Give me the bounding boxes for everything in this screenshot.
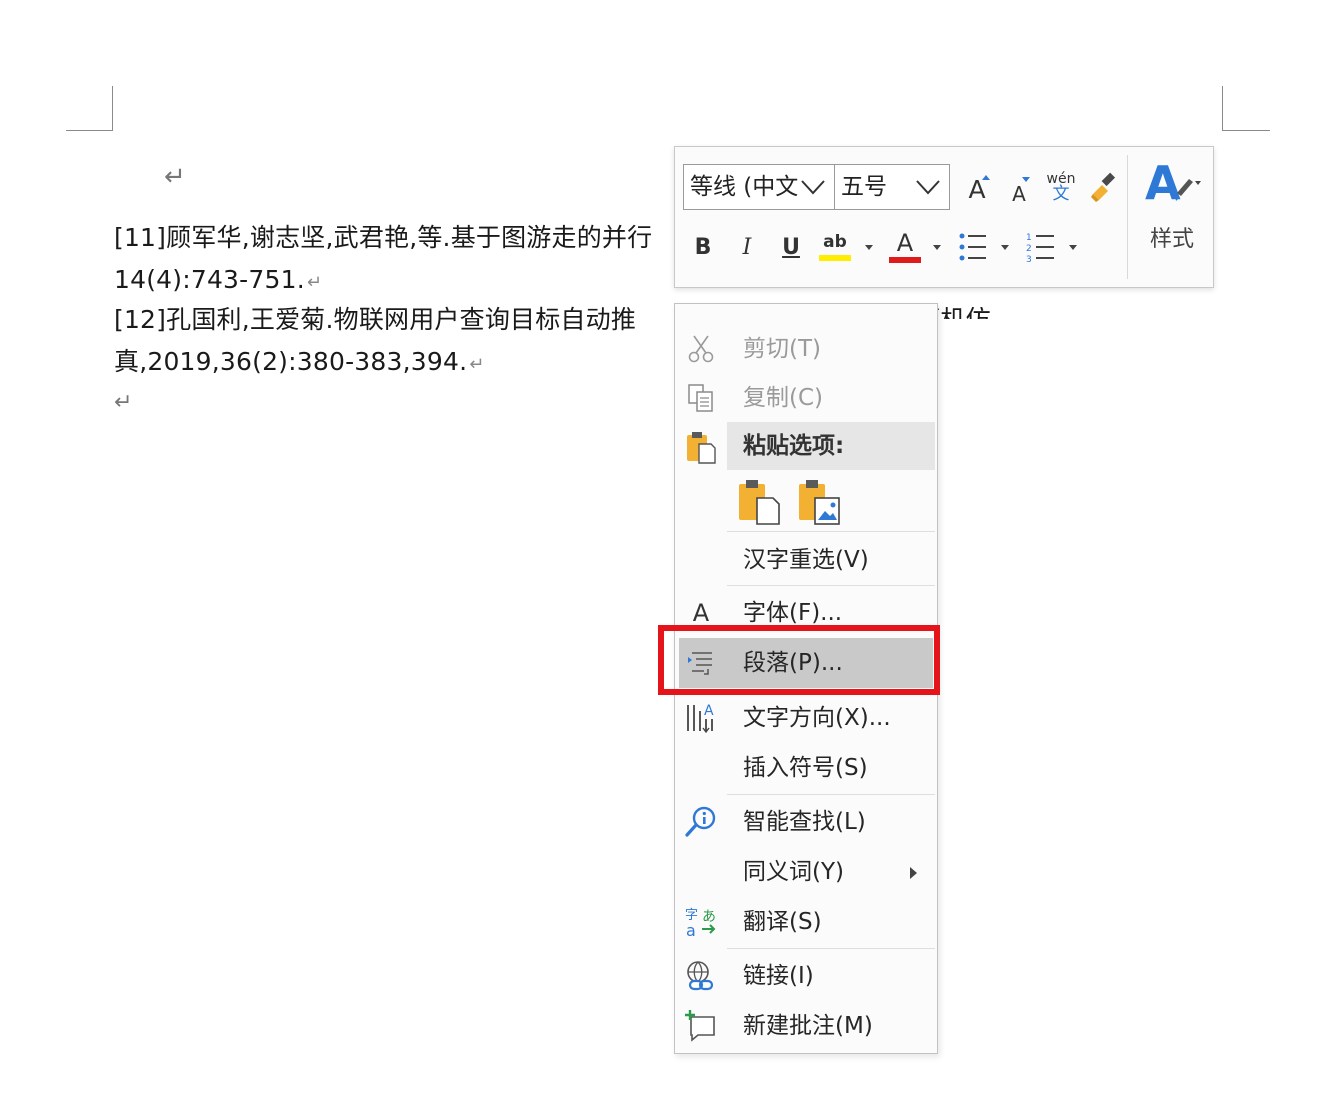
svg-text:あ: あ xyxy=(702,909,716,925)
menu-item-smart-lookup[interactable]: 智能查找(L) xyxy=(675,797,937,847)
copy-icon xyxy=(683,380,719,416)
translate-icon: 字あa xyxy=(683,904,719,940)
bold-button[interactable]: B xyxy=(689,229,717,265)
font-name-value: 等线 (中文 xyxy=(690,174,799,200)
down-arrow-icon xyxy=(1022,177,1030,182)
numbered-list-icon: 1 2 3 xyxy=(1026,233,1054,263)
document-line: [11]顾军华,谢志坚,武君艳,等.基于图游走的并行 xyxy=(114,223,653,252)
highlight-button[interactable]: ab xyxy=(815,227,855,267)
styles-button[interactable]: A 样式 xyxy=(1137,157,1207,271)
numbering-button[interactable]: 1 2 3 xyxy=(1023,227,1059,267)
svg-text:1: 1 xyxy=(1026,233,1032,243)
document-line: [12]孔国利,王爱菊.物联网用户查询目标自动推 xyxy=(114,305,637,334)
highlight-color-bar xyxy=(819,255,851,261)
bullets-dropdown-caret[interactable] xyxy=(1001,245,1009,250)
font-size-value: 五号 xyxy=(841,174,887,200)
menu-item-cut[interactable]: 剪切(T) xyxy=(675,324,937,374)
menu-item-copy[interactable]: 复制(C) xyxy=(675,373,937,423)
paragraph-mark: ↵ xyxy=(164,162,186,192)
paste-picture-icon xyxy=(799,480,840,525)
menu-item-text-direction[interactable]: A 文字方向(X)... xyxy=(675,693,937,743)
format-painter-icon xyxy=(1091,172,1116,202)
bullet-list-icon xyxy=(959,233,986,261)
link-icon xyxy=(683,958,719,994)
bullets-button[interactable] xyxy=(955,227,991,267)
scissors-icon xyxy=(683,331,719,367)
toolbar-separator xyxy=(1127,155,1128,279)
styles-icon: A xyxy=(1145,157,1201,209)
font-color-bar xyxy=(889,257,921,263)
menu-item-synonyms[interactable]: 同义词(Y) xyxy=(675,847,937,897)
chevron-down-icon xyxy=(801,180,825,195)
svg-text:A: A xyxy=(1145,157,1181,209)
menu-separator xyxy=(727,948,935,949)
document-line: 14(4):743-751. ↵ xyxy=(114,265,323,294)
format-painter-button[interactable] xyxy=(1085,167,1125,207)
new-comment-icon xyxy=(683,1008,719,1044)
submenu-arrow-icon xyxy=(910,867,917,879)
smart-lookup-icon xyxy=(683,804,719,840)
highlight-outline xyxy=(658,625,940,695)
font-color-button[interactable]: A xyxy=(887,227,923,267)
paragraph-mark: ↵ xyxy=(114,390,133,415)
up-arrow-icon xyxy=(982,175,990,180)
font-color-dropdown-caret[interactable] xyxy=(933,245,941,250)
paste-picture-button[interactable] xyxy=(795,478,843,526)
menu-item-link[interactable]: 链接(I) xyxy=(675,951,937,1001)
svg-text:2: 2 xyxy=(1026,244,1032,254)
svg-text:A: A xyxy=(704,703,714,719)
phonetic-guide-button[interactable]: wén 文 xyxy=(1041,165,1081,209)
grow-font-button[interactable]: A xyxy=(959,169,995,209)
menu-separator xyxy=(727,585,935,586)
paste-keep-text-button[interactable] xyxy=(735,478,783,526)
document-line: 真,2019,36(2):380-383,394. ↵ xyxy=(114,347,485,376)
paste-options-header: 粘贴选项: xyxy=(727,422,935,470)
svg-text:a: a xyxy=(686,921,696,939)
font-size-combo[interactable]: 五号 xyxy=(834,164,950,210)
mini-toolbar: 等线 (中文 五号 A A wén 文 A 样式 B I U ab A 1 2 … xyxy=(674,146,1214,288)
font-name-combo[interactable]: 等线 (中文 xyxy=(683,164,835,210)
svg-text:3: 3 xyxy=(1026,255,1032,263)
menu-item-new-comment[interactable]: 新建批注(M) xyxy=(675,1001,937,1051)
paste-text-only-icon xyxy=(739,480,780,525)
highlight-dropdown-caret[interactable] xyxy=(865,245,873,250)
menu-item-translate[interactable]: 字あa 翻译(S) xyxy=(675,897,937,947)
menu-separator xyxy=(727,531,935,532)
numbering-dropdown-caret[interactable] xyxy=(1069,245,1077,250)
styles-label: 样式 xyxy=(1149,227,1194,252)
text-direction-icon: A xyxy=(683,700,719,736)
menu-item-reconvert[interactable]: 汉字重选(V) xyxy=(675,535,937,585)
italic-button[interactable]: I xyxy=(733,229,761,265)
menu-separator xyxy=(727,794,935,795)
paste-icon xyxy=(683,429,719,465)
underline-button[interactable]: U xyxy=(777,229,805,265)
chevron-down-icon xyxy=(916,180,940,195)
shrink-font-button[interactable]: A xyxy=(1001,171,1037,211)
menu-item-insert-symbol[interactable]: 插入符号(S) xyxy=(675,743,937,793)
